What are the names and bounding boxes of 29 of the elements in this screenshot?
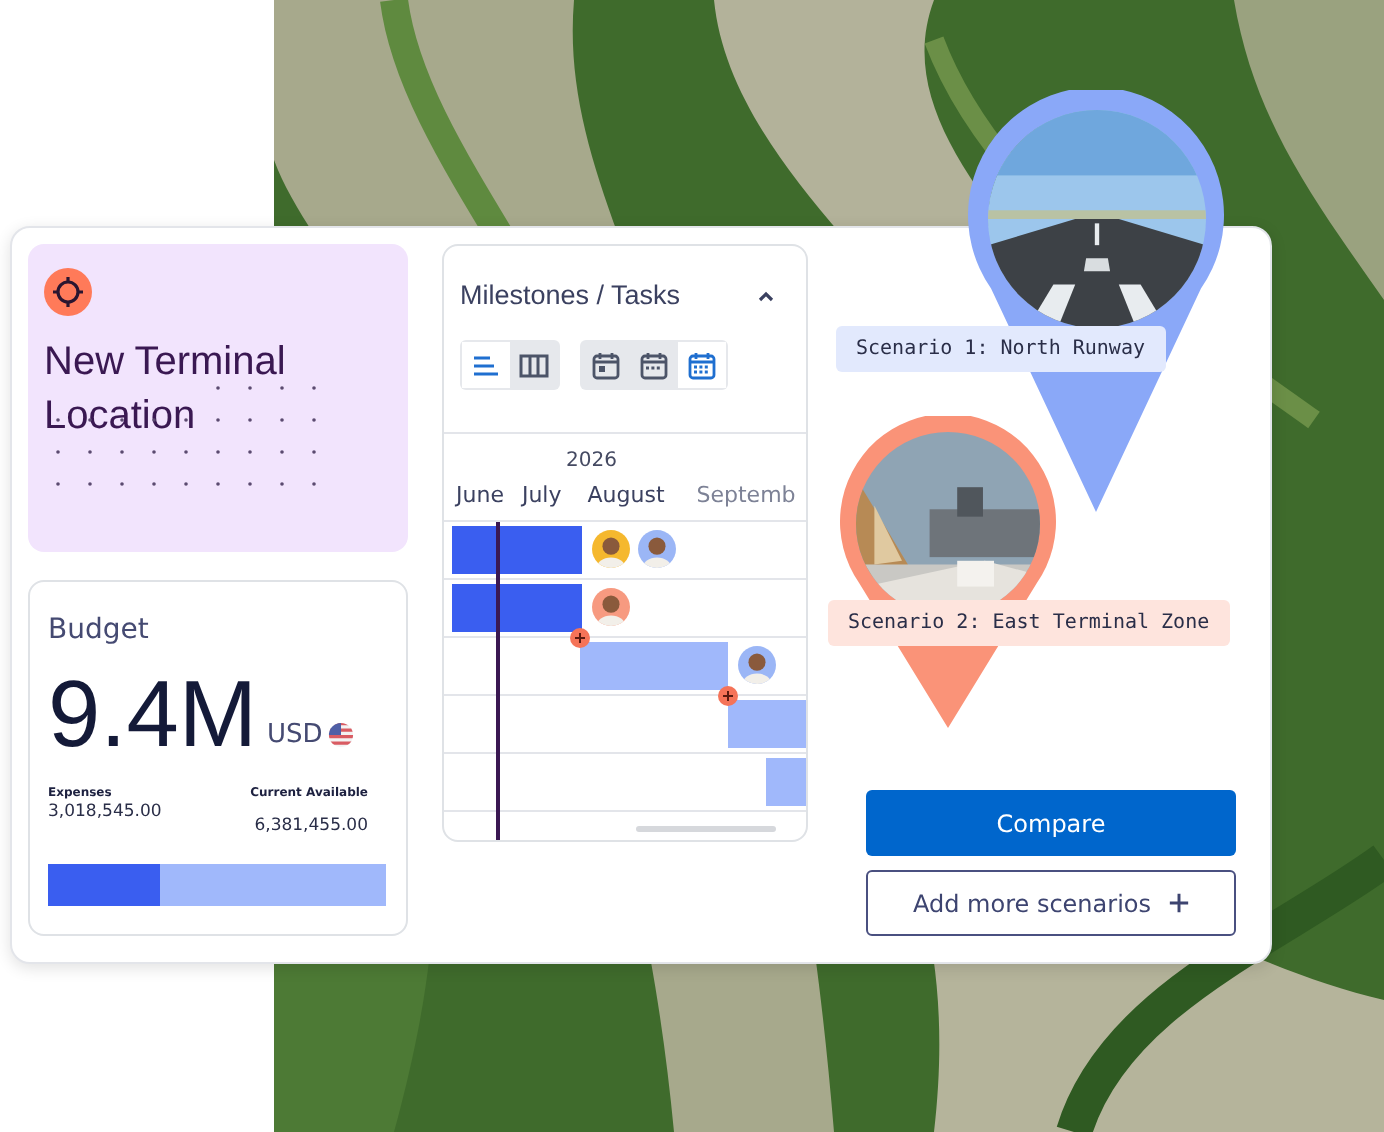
scenario-tooltip: Scenario 1: North Runway xyxy=(836,326,1165,372)
columns-icon xyxy=(518,349,550,381)
calendar-icon xyxy=(686,349,718,381)
budget-title: Budget xyxy=(48,614,151,646)
location-title: New Terminal Location xyxy=(44,338,288,442)
plus-icon xyxy=(1167,892,1189,914)
panel-title: Milestones / Tasks xyxy=(460,280,681,310)
list-view-button[interactable] xyxy=(462,342,510,388)
compare-button[interactable]: Compare xyxy=(866,790,1236,856)
month-label: June xyxy=(456,482,504,508)
dependency-icon[interactable] xyxy=(718,686,738,706)
budget-amount: 9.4M xyxy=(48,670,257,758)
month-label: August xyxy=(587,482,665,508)
scenario-tooltip: Scenario 2: East Terminal Zone xyxy=(828,600,1230,646)
currency-label: USD xyxy=(267,720,323,750)
month-label: July xyxy=(521,482,562,508)
flag-icon xyxy=(328,722,355,748)
expenses-value: 3,018,545.00 xyxy=(48,802,162,822)
dependency-icon[interactable] xyxy=(570,628,590,648)
add-scenarios-button[interactable]: Add more scenarios xyxy=(866,870,1236,936)
calendar-icon xyxy=(638,349,670,381)
month-label: Septemb xyxy=(696,482,796,508)
target-icon xyxy=(44,268,92,316)
scrollbar[interactable] xyxy=(636,826,776,832)
available-value: 6,381,455.00 xyxy=(254,816,368,836)
year-label: 2026 xyxy=(564,450,619,472)
calendar-icon xyxy=(590,349,622,381)
month-scale-button[interactable] xyxy=(678,342,726,388)
task-bar[interactable] xyxy=(452,526,582,574)
